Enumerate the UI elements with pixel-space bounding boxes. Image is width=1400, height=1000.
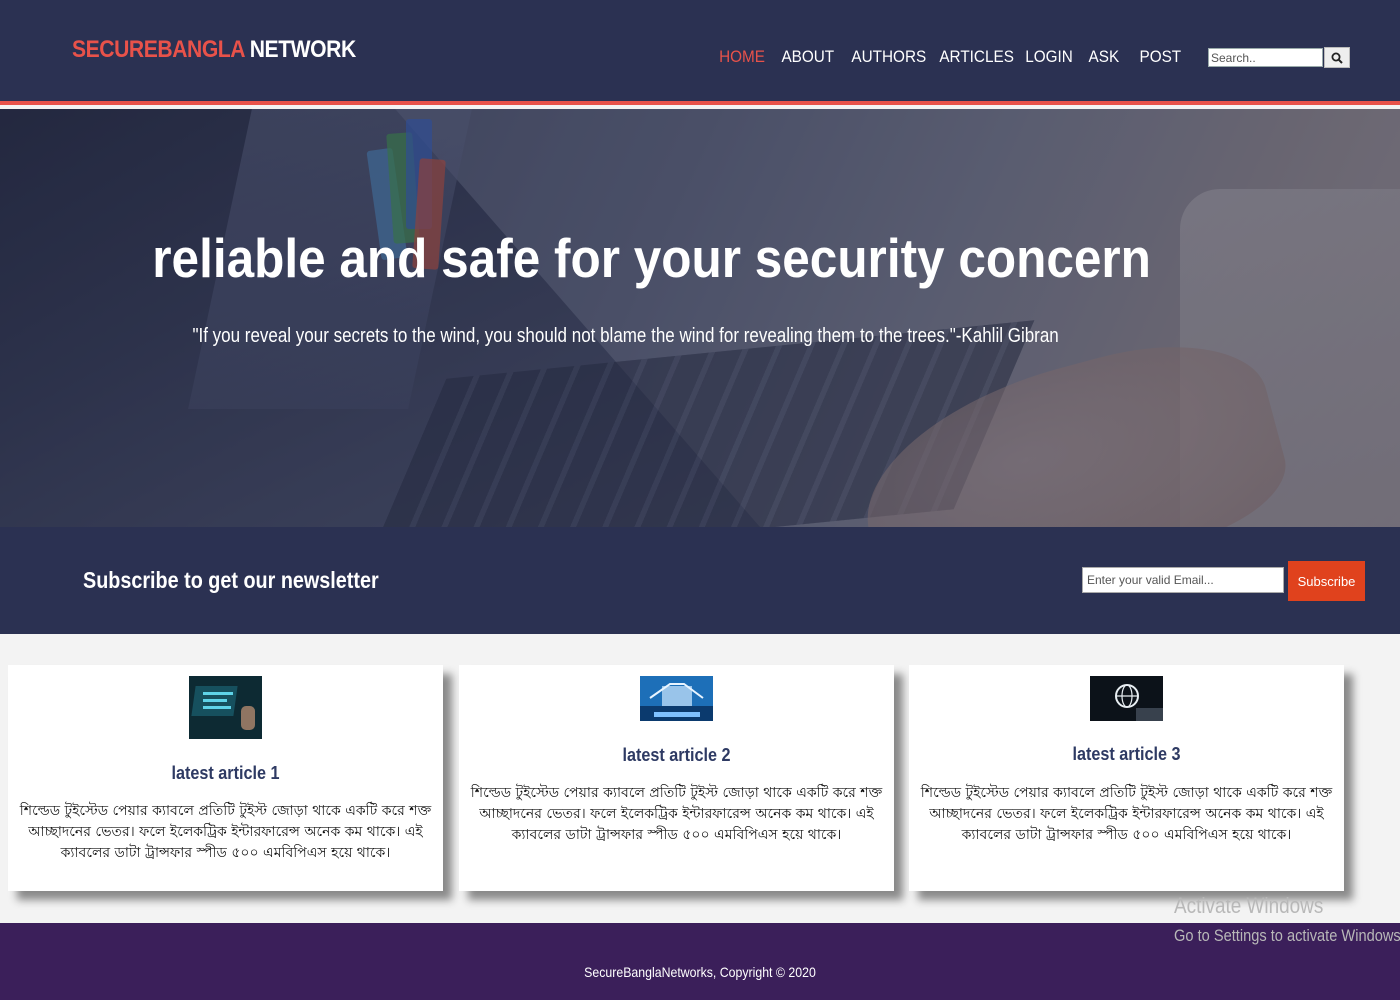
newsletter-email-field[interactable] (1082, 567, 1284, 593)
nav-authors[interactable]: AUTHORS (851, 47, 930, 67)
article-card-2[interactable]: latest article 2 শিল্ডেড টুইস্টেড পেয়ার… (459, 665, 894, 891)
nav-about[interactable]: ABOUT (781, 47, 843, 67)
hero-title: reliable and safe for your security conc… (152, 227, 1151, 289)
newsletter-section: Subscribe to get our newsletter Subscrib… (0, 527, 1400, 634)
nav-post[interactable]: POST (1140, 47, 1185, 67)
article-2-text: শিল্ডেড টুইস্টেড পেয়ার ক্যাবলে প্রতিটি … (470, 785, 883, 843)
main-nav: HOME ABOUT AUTHORS ARTICLES LOGIN ASK PO… (716, 47, 1187, 67)
nav-ask[interactable]: ASK (1089, 47, 1135, 67)
article-3-title[interactable]: latest article 3 (931, 744, 1323, 765)
article-1-thumbnail (189, 676, 262, 739)
article-2-thumbnail (640, 676, 713, 721)
site-header: SECUREBANGLA NETWORK HOME ABOUT AUTHORS … (0, 0, 1400, 105)
hero-banner: reliable and safe for your security conc… (0, 109, 1400, 527)
nav-articles[interactable]: ARTICLES (939, 47, 1017, 67)
article-card-3[interactable]: latest article 3 শিল্ডেড টুইস্টেড পেয়ার… (909, 665, 1344, 891)
newsletter-title: Subscribe to get our newsletter (83, 567, 379, 593)
search-icon (1331, 52, 1343, 64)
footer-copyright: SecureBanglaNetworks, Copyright © 2020 (584, 964, 816, 980)
activate-windows-watermark-subtitle: Go to Settings to activate Windows. (1174, 926, 1400, 945)
search-button[interactable] (1324, 47, 1350, 68)
logo-part-1: SECUREBANGLA (72, 36, 245, 63)
search-input[interactable] (1208, 48, 1323, 67)
article-1-text: শিল্ডেড টুইস্টেড পেয়ার ক্যাবলে প্রতিটি … (19, 803, 432, 861)
subscribe-button[interactable]: Subscribe (1288, 561, 1365, 601)
logo-part-2: NETWORK (249, 36, 356, 63)
article-3-thumbnail (1090, 676, 1163, 721)
hero-quote: "If you reveal your secrets to the wind,… (192, 325, 1059, 347)
site-logo[interactable]: SECUREBANGLA NETWORK (72, 36, 356, 64)
hero-overlay (0, 109, 1400, 527)
article-1-title[interactable]: latest article 1 (30, 763, 422, 784)
nav-home[interactable]: HOME (719, 47, 775, 67)
article-card-1[interactable]: latest article 1 শিল্ডেড টুইস্টেড পেয়ার… (8, 665, 443, 891)
article-2-title[interactable]: latest article 2 (481, 745, 873, 766)
activate-windows-watermark-title: Activate Windows (1174, 893, 1324, 918)
nav-login[interactable]: LOGIN (1025, 47, 1083, 67)
article-3-text: শিল্ডেড টুইস্টেড পেয়ার ক্যাবলে প্রতিটি … (920, 785, 1333, 843)
